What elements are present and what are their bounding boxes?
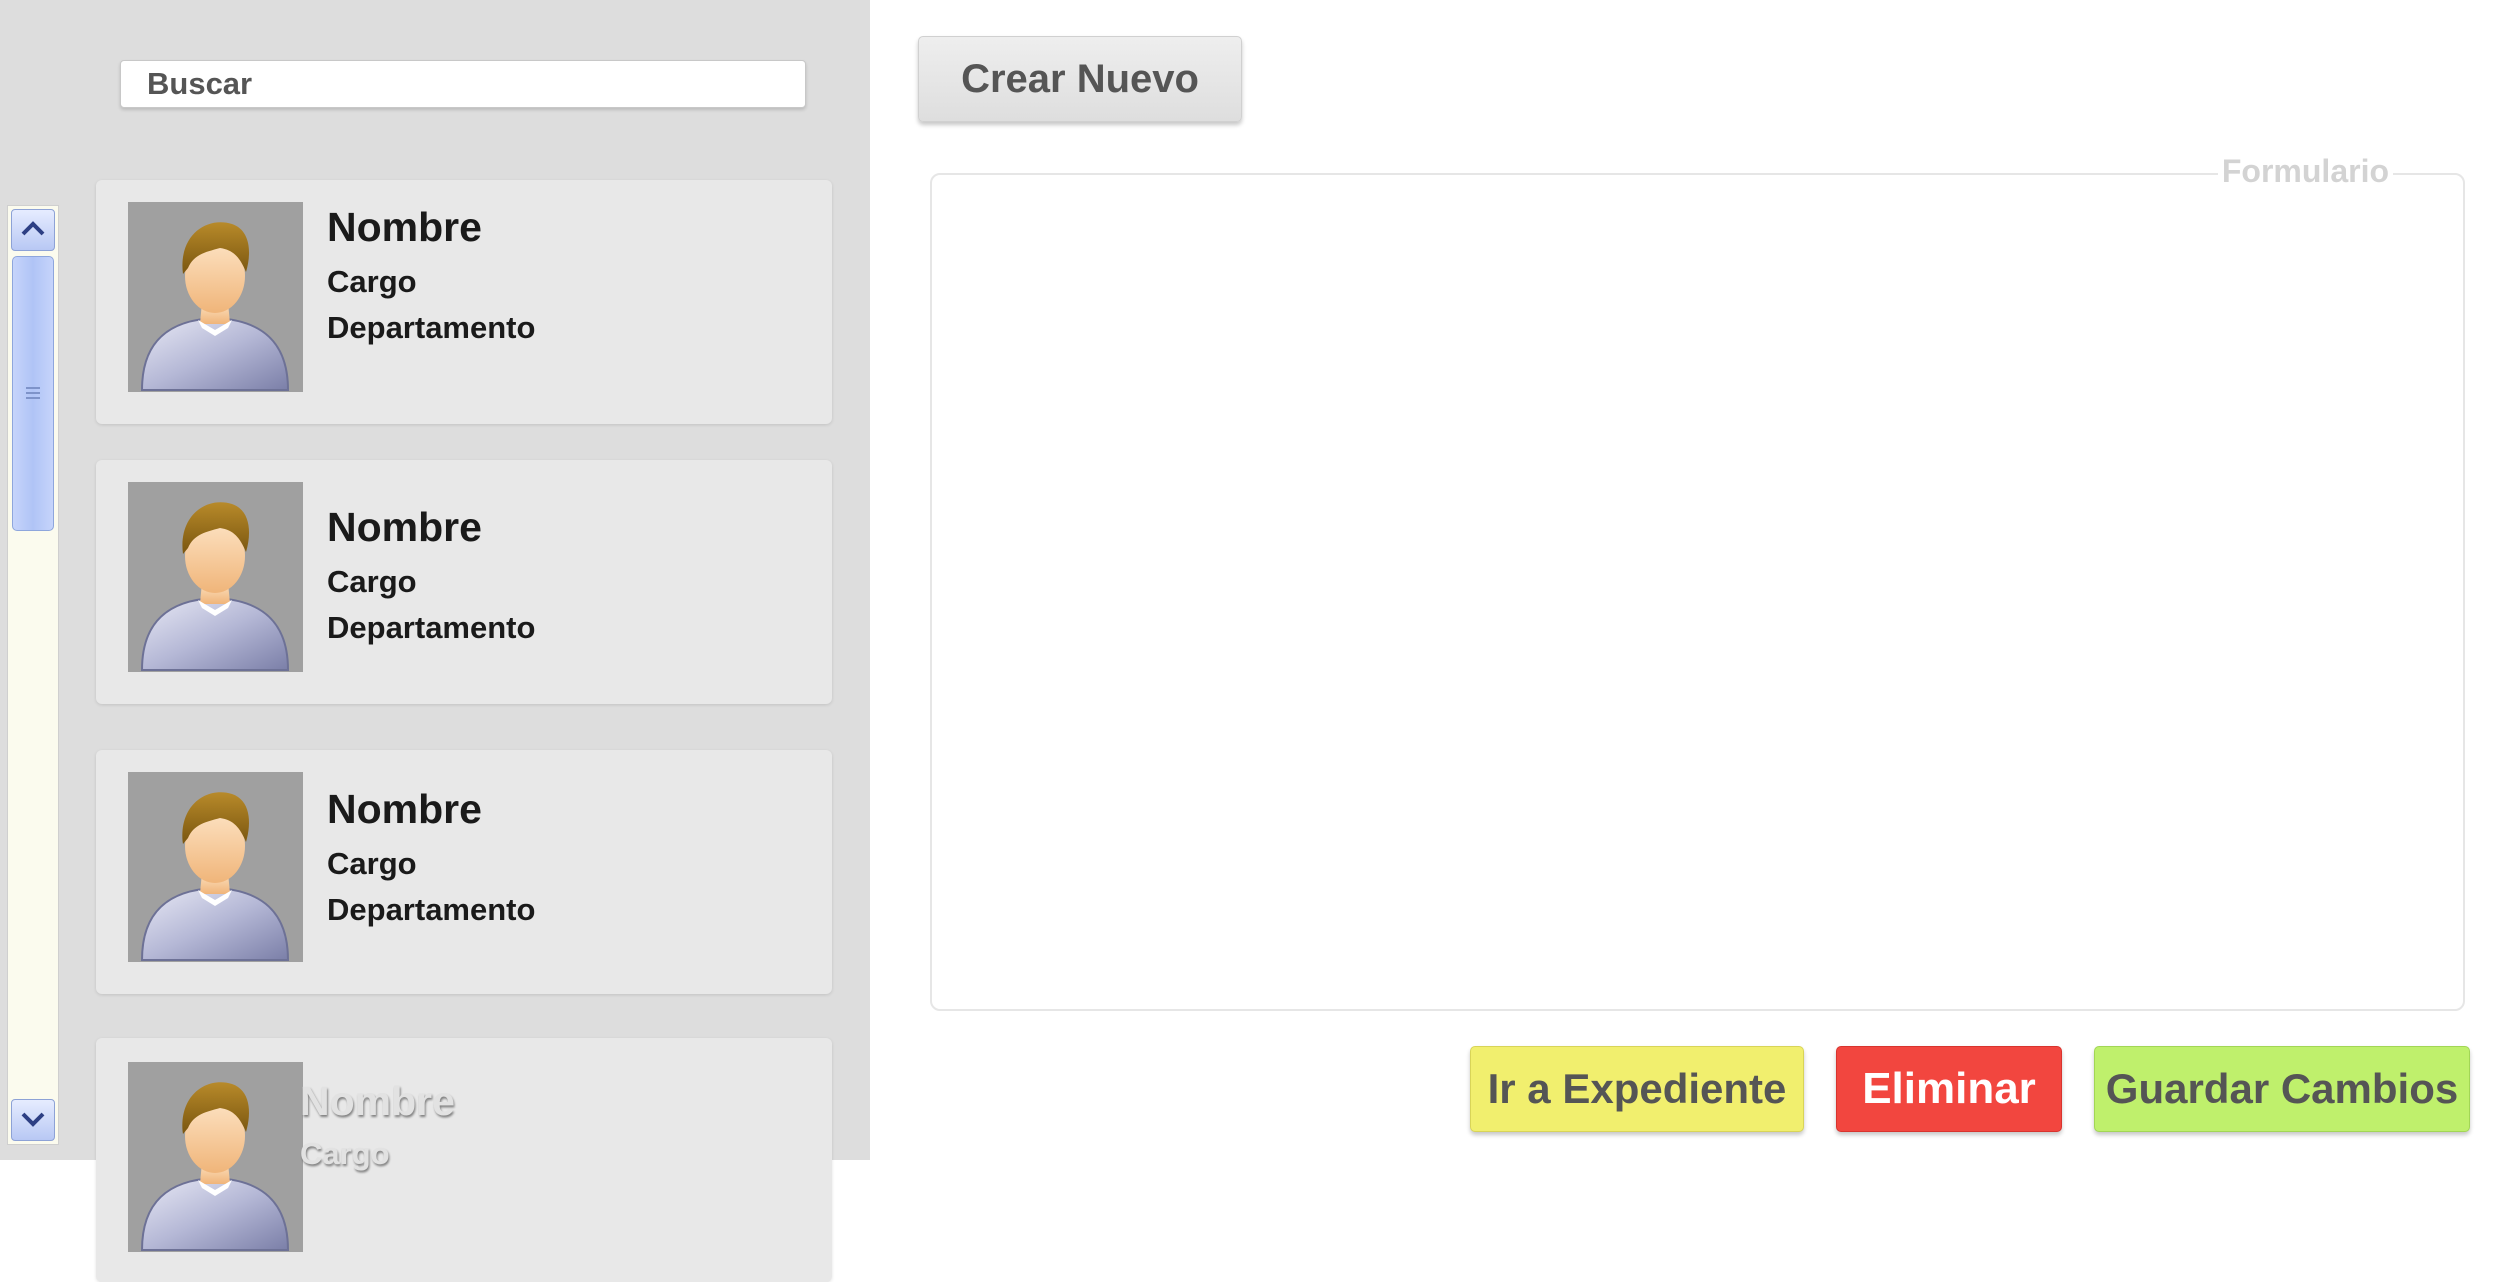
form-legend: Formulario bbox=[2217, 153, 2393, 190]
employee-department: Departamento bbox=[327, 310, 536, 345]
user-avatar-icon bbox=[128, 772, 303, 962]
go-to-record-button[interactable]: Ir a Expediente bbox=[1470, 1046, 1804, 1132]
employee-name: Nombre bbox=[327, 504, 482, 550]
employee-name: Nombre bbox=[300, 1078, 455, 1124]
employee-list-panel: Nombre Cargo Departamento Nombre Cargo D… bbox=[0, 0, 870, 1282]
search-input[interactable] bbox=[120, 60, 806, 108]
employee-card[interactable]: Nombre Cargo bbox=[96, 1038, 832, 1282]
scroll-up-button[interactable] bbox=[11, 209, 55, 251]
employee-card[interactable]: Nombre Cargo Departamento bbox=[96, 180, 832, 424]
employee-card[interactable]: Nombre Cargo Departamento bbox=[96, 750, 832, 994]
grip-icon bbox=[26, 387, 40, 399]
employee-name: Nombre bbox=[327, 786, 482, 832]
employee-role: Cargo bbox=[300, 1136, 390, 1171]
employee-role: Cargo bbox=[327, 264, 417, 299]
employee-role: Cargo bbox=[327, 564, 417, 599]
form-panel: Formulario bbox=[930, 153, 2465, 1011]
delete-button[interactable]: Eliminar bbox=[1836, 1046, 2062, 1132]
chevron-down-icon bbox=[21, 1112, 45, 1127]
user-avatar-icon bbox=[128, 1062, 303, 1252]
scroll-thumb[interactable] bbox=[12, 256, 54, 531]
employee-role: Cargo bbox=[327, 846, 417, 881]
list-scrollbar[interactable] bbox=[7, 205, 59, 1145]
user-avatar-icon bbox=[128, 482, 303, 672]
user-avatar-icon bbox=[128, 202, 303, 392]
scroll-down-button[interactable] bbox=[11, 1099, 55, 1141]
create-new-button[interactable]: Crear Nuevo bbox=[918, 36, 1242, 122]
employee-department: Departamento bbox=[327, 892, 536, 927]
save-changes-button[interactable]: Guardar Cambios bbox=[2094, 1046, 2470, 1132]
employee-name: Nombre bbox=[327, 204, 482, 250]
chevron-up-icon bbox=[21, 221, 45, 236]
employee-card[interactable]: Nombre Cargo Departamento bbox=[96, 460, 832, 704]
employee-department: Departamento bbox=[327, 610, 536, 645]
